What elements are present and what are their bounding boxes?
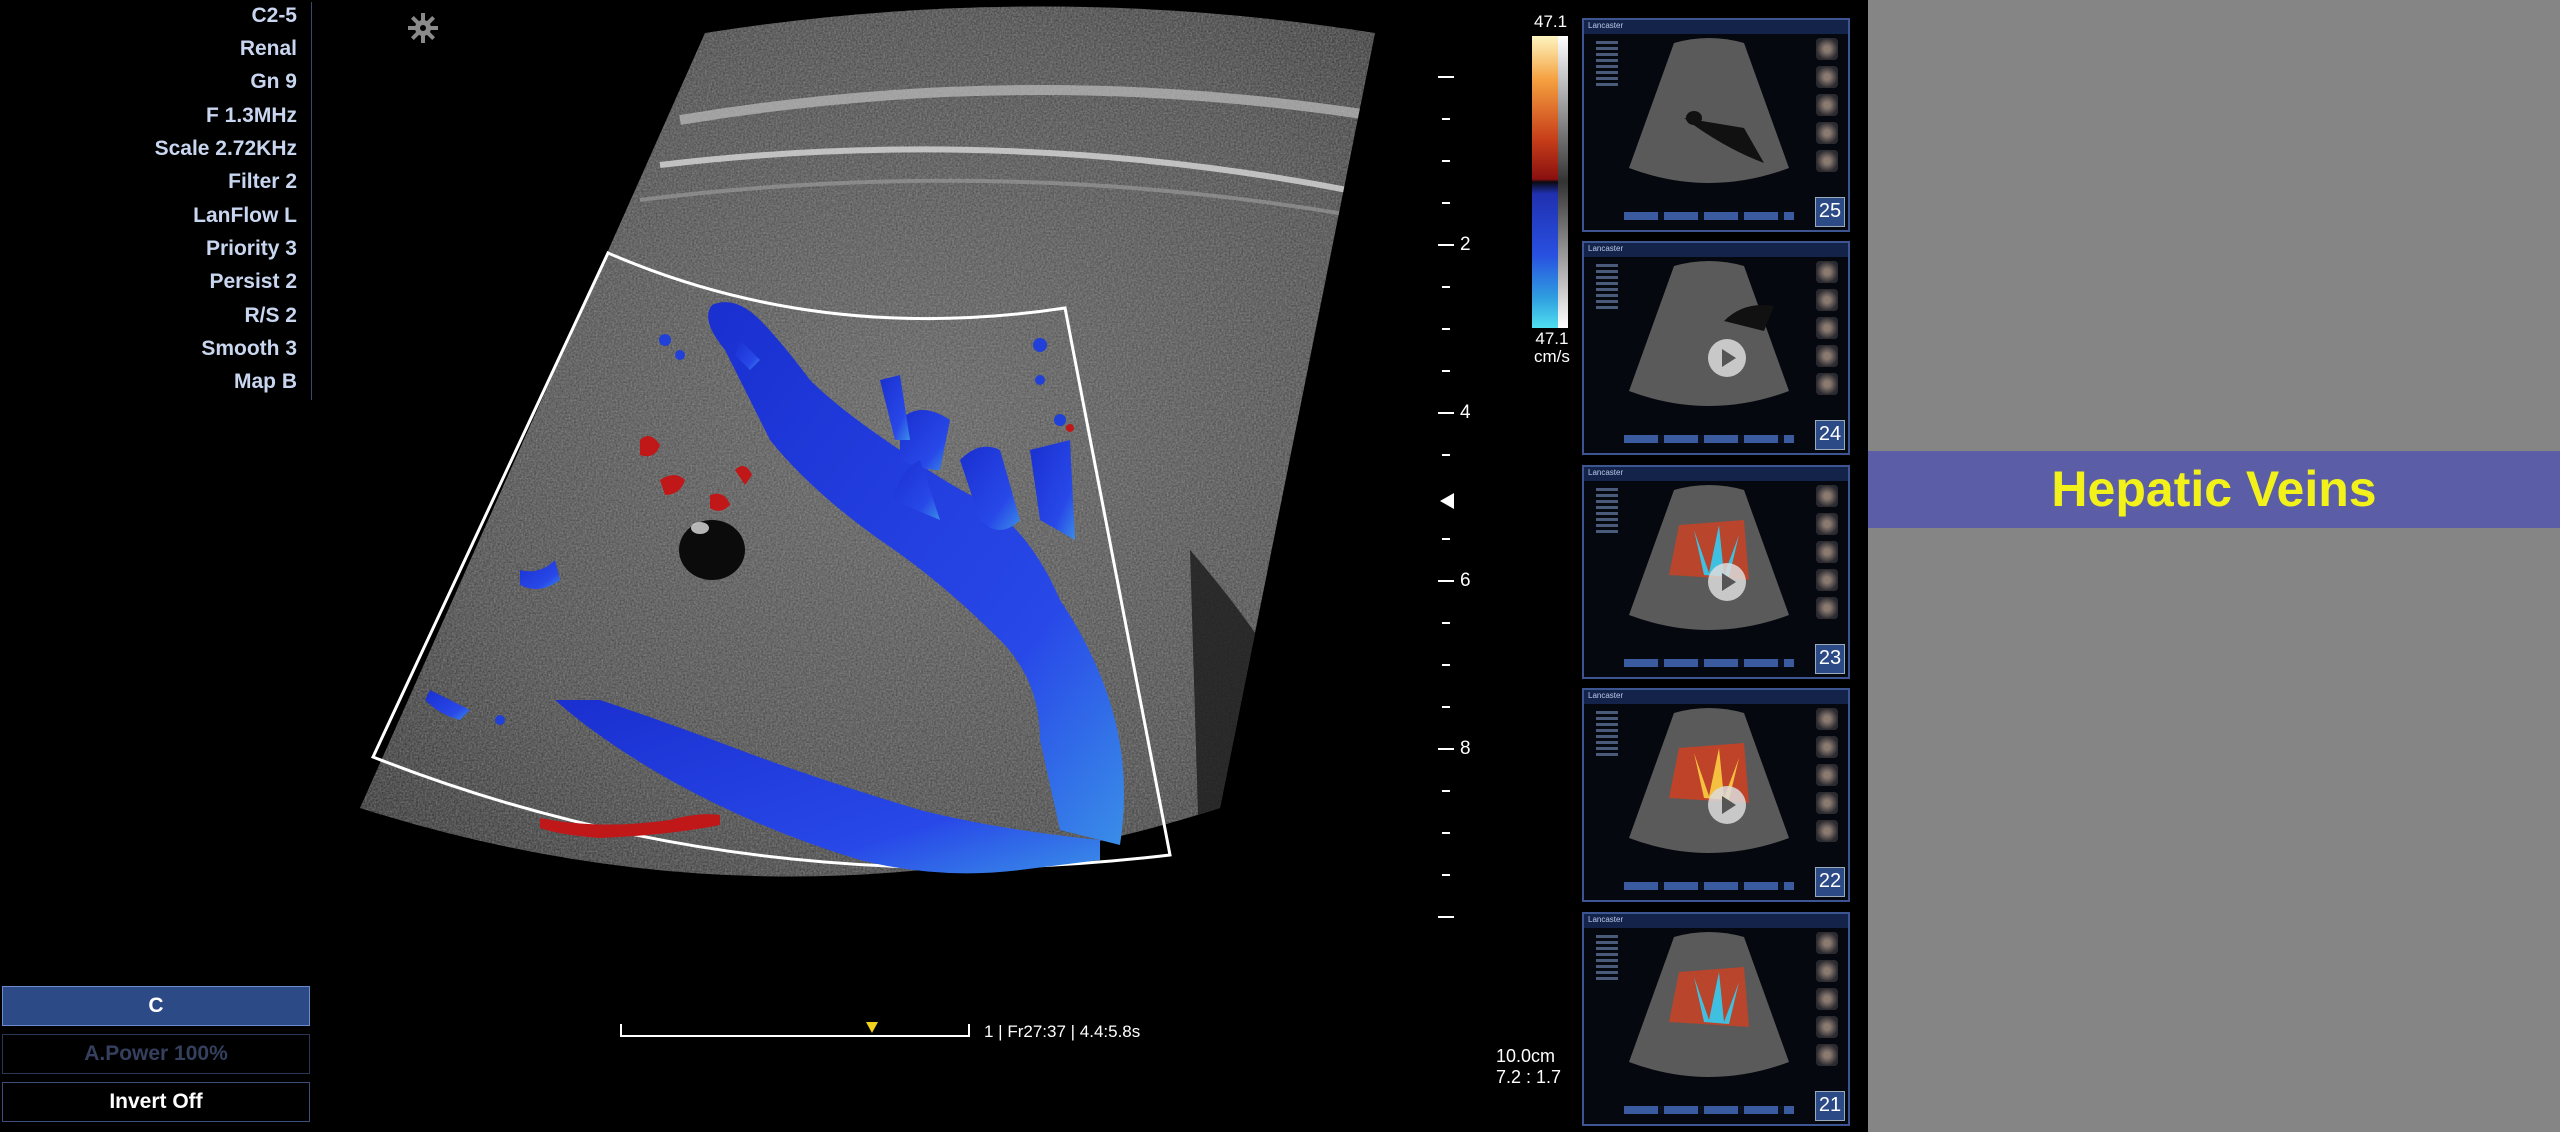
depth-value: 10.0cm bbox=[1496, 1046, 1556, 1066]
param-rs: R/S 2 bbox=[244, 304, 297, 327]
side-panel bbox=[1868, 0, 2560, 1132]
play-icon[interactable] bbox=[1708, 339, 1746, 377]
depth-label-4: 4 bbox=[1460, 402, 1471, 423]
invert-toggle-button[interactable]: Invert Off bbox=[2, 1082, 310, 1122]
thumbnail-21[interactable]: Lancaster 21 bbox=[1582, 912, 1850, 1126]
thumbnail-24[interactable]: Lancaster 24 bbox=[1582, 241, 1850, 455]
thumbnail-25[interactable]: Lancaster 25 bbox=[1582, 18, 1850, 232]
param-priority: Priority 3 bbox=[205, 237, 297, 260]
thumbnail-number: 24 bbox=[1815, 420, 1845, 450]
focus-marker-icon[interactable] bbox=[1438, 492, 1456, 510]
color-velocity-bar bbox=[1532, 36, 1558, 328]
param-preset: Renal bbox=[239, 37, 297, 60]
param-scale: Scale 2.72KHz bbox=[154, 137, 297, 160]
slide-title: Hepatic Veins bbox=[2051, 461, 2377, 517]
color-mode-button[interactable]: C bbox=[2, 986, 310, 1026]
depth-label-2: 2 bbox=[1460, 234, 1471, 255]
ultrasound-image[interactable] bbox=[340, 0, 1490, 940]
acoustic-power-button[interactable]: A.Power 100% bbox=[2, 1034, 310, 1074]
play-icon[interactable] bbox=[1708, 563, 1746, 601]
param-lanflow: LanFlow L bbox=[193, 204, 297, 227]
thumbnail-22[interactable]: Lancaster 22 bbox=[1582, 688, 1850, 902]
zoom-ratio: 7.2 : 1.7 bbox=[1496, 1067, 1562, 1087]
colorbar-unit: cm/s bbox=[1534, 347, 1570, 366]
param-gain: Gn 9 bbox=[250, 70, 297, 93]
depth-label-6: 6 bbox=[1460, 570, 1471, 591]
panel-divider bbox=[311, 2, 312, 400]
param-filter: Filter 2 bbox=[228, 170, 297, 193]
depth-info: 10.0cm 7.2 : 1.7 bbox=[1496, 1046, 1561, 1088]
thumbnail-number: 23 bbox=[1815, 644, 1845, 674]
depth-label-8: 8 bbox=[1460, 738, 1471, 759]
param-persist: Persist 2 bbox=[209, 270, 297, 293]
param-smooth: Smooth 3 bbox=[201, 337, 297, 360]
thumbnail-23[interactable]: Lancaster 23 bbox=[1582, 465, 1850, 679]
thumbnail-number: 21 bbox=[1815, 1091, 1845, 1121]
colorbar-min: 47.1 cm/s bbox=[1534, 329, 1570, 366]
thumbnail-number: 22 bbox=[1815, 867, 1845, 897]
gray-map-bar bbox=[1558, 36, 1568, 328]
param-transducer: C2-5 bbox=[251, 4, 297, 27]
cine-scrollbar[interactable] bbox=[620, 1022, 970, 1040]
play-icon[interactable] bbox=[1708, 786, 1746, 824]
param-map: Map B bbox=[234, 370, 297, 393]
colorbar-max: 47.1 bbox=[1534, 12, 1568, 31]
param-frequency: F 1.3MHz bbox=[205, 104, 297, 127]
thumbnail-number: 25 bbox=[1815, 197, 1845, 227]
frame-info: 1 | Fr27:37 | 4.4:5.8s bbox=[984, 1022, 1141, 1041]
